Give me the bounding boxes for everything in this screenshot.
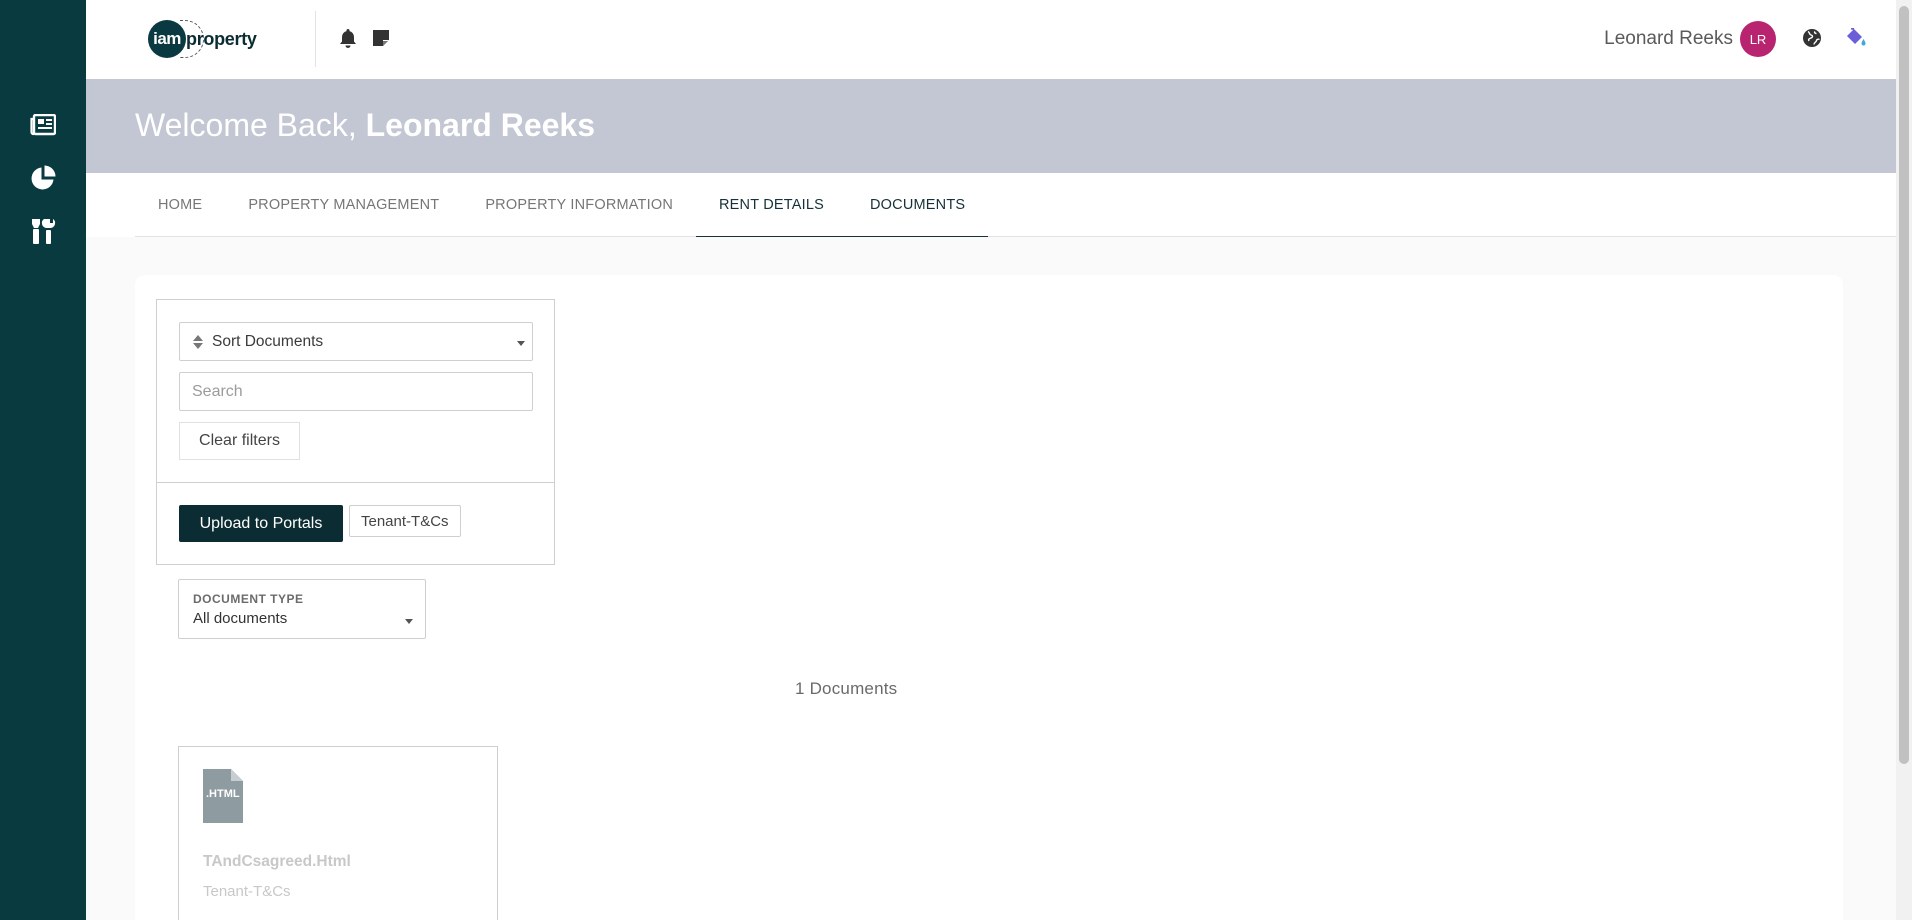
bell-icon[interactable] (337, 27, 359, 49)
tab-property-management[interactable]: PROPERTY MANAGEMENT (225, 173, 462, 237)
sort-documents-select[interactable]: Sort Documents (179, 322, 533, 361)
chevron-down-icon (517, 341, 525, 346)
document-name[interactable]: TAndCsagreed.Html (203, 853, 351, 871)
scrollbar-thumb[interactable] (1899, 6, 1909, 764)
tab-documents[interactable]: DOCUMENTS (847, 173, 989, 238)
tab-property-information[interactable]: PROPERTY INFORMATION (462, 173, 696, 237)
file-extension: .HTML (206, 788, 240, 800)
welcome-heading: Welcome Back, Leonard Reeks (135, 107, 595, 144)
upload-to-portals-button[interactable]: Upload to Portals (179, 505, 343, 542)
clear-filters-button[interactable]: Clear filters (179, 422, 300, 460)
welcome-banner: Welcome Back, Leonard Reeks (86, 79, 1896, 173)
pie-chart-icon[interactable] (28, 163, 58, 193)
html-file-icon: .HTML (203, 769, 243, 823)
tag-chip-tenant-tcs[interactable]: Tenant-T&Cs (349, 505, 461, 537)
document-type-label: DOCUMENT TYPE (193, 592, 304, 606)
newspaper-icon[interactable] (28, 110, 58, 140)
welcome-name: Leonard Reeks (365, 107, 596, 143)
top-header: iam property Leonard Reeks LR (86, 0, 1896, 79)
tab-home[interactable]: HOME (135, 173, 225, 237)
filter-divider (157, 482, 554, 483)
documents-count: 1 Documents (795, 679, 898, 698)
page-scrollbar[interactable] (1896, 0, 1912, 920)
tab-rent-details[interactable]: RENT DETAILS (696, 173, 847, 238)
globe-icon[interactable] (1801, 27, 1823, 49)
document-tag: Tenant-T&Cs (203, 883, 291, 900)
document-type-select[interactable]: DOCUMENT TYPE All documents (178, 579, 426, 639)
header-divider (315, 11, 316, 67)
document-type-value: All documents (193, 610, 288, 627)
logo-wordmark: property (186, 28, 257, 49)
note-icon[interactable] (370, 27, 392, 49)
chevron-down-icon (405, 619, 413, 624)
document-card[interactable]: .HTML TAndCsagreed.Html Tenant-T&Cs (178, 746, 498, 920)
main-tabs: HOME PROPERTY MANAGEMENT PROPERTY INFORM… (135, 173, 1896, 238)
sort-documents-label: Sort Documents (212, 332, 324, 350)
left-sidebar (0, 0, 86, 920)
paint-bucket-icon[interactable] (1845, 27, 1867, 49)
filter-box: Sort Documents Clear filters Upload to P… (156, 299, 555, 565)
sort-icon (192, 334, 204, 350)
search-input[interactable] (179, 372, 533, 411)
avatar[interactable]: LR (1740, 21, 1776, 57)
welcome-greeting: Welcome Back, (135, 107, 357, 143)
app-logo[interactable]: iam property (148, 18, 257, 60)
tools-icon[interactable] (28, 216, 58, 246)
user-name[interactable]: Leonard Reeks (1604, 28, 1733, 50)
